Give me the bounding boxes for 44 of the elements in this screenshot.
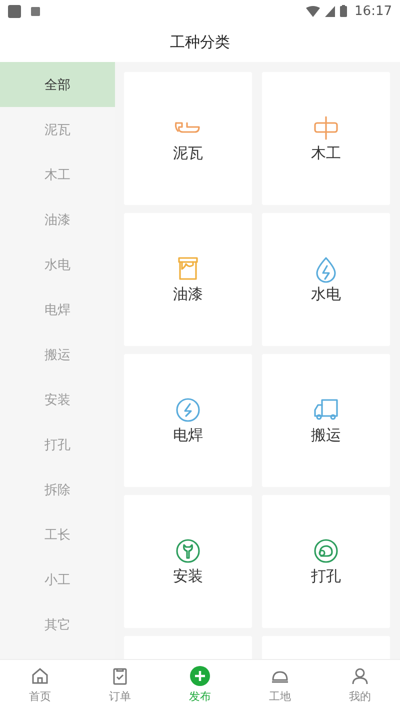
trade-card[interactable]: 水电 bbox=[262, 213, 390, 346]
nav-tab[interactable]: 订单 bbox=[80, 660, 160, 709]
trade-card[interactable]: 电焊 bbox=[124, 354, 252, 487]
category-tab[interactable]: 小工 bbox=[0, 557, 115, 602]
trade-label: 水电 bbox=[311, 285, 341, 304]
category-tab[interactable]: 木工 bbox=[0, 152, 115, 197]
trade-label: 安装 bbox=[173, 567, 203, 586]
page-title: 工种分类 bbox=[170, 32, 230, 52]
notification-icon bbox=[31, 6, 40, 16]
trade-label: 油漆 bbox=[173, 285, 203, 304]
trade-card[interactable]: 搬运 bbox=[262, 354, 390, 487]
category-tab[interactable]: 其它 bbox=[0, 602, 115, 647]
battery-icon bbox=[340, 5, 347, 17]
category-tab[interactable]: 拆除 bbox=[0, 467, 115, 512]
trade-label: 泥瓦 bbox=[173, 144, 203, 163]
category-tab[interactable]: 全部 bbox=[0, 62, 115, 107]
category-tab[interactable]: 打孔 bbox=[0, 422, 115, 467]
clock-time: 16:17 bbox=[354, 4, 392, 18]
notification-icon bbox=[8, 4, 21, 18]
trade-label: 木工 bbox=[311, 144, 341, 163]
category-tab[interactable]: 电焊 bbox=[0, 287, 115, 332]
nav-tab[interactable]: 我的 bbox=[320, 660, 400, 709]
nav-tab[interactable]: 首页 bbox=[0, 660, 80, 709]
trade-card[interactable]: 油漆 bbox=[124, 213, 252, 346]
category-tab[interactable]: 油漆 bbox=[0, 197, 115, 242]
trade-card[interactable]: 泥瓦 bbox=[124, 72, 252, 205]
plus-icon bbox=[190, 666, 210, 686]
trade-card[interactable]: 打孔 bbox=[262, 495, 390, 628]
signal-icon bbox=[324, 6, 335, 16]
wifi-icon bbox=[306, 6, 320, 16]
person-icon bbox=[350, 666, 370, 686]
home-icon bbox=[30, 666, 50, 686]
category-tab[interactable]: 搬运 bbox=[0, 332, 115, 377]
category-tab[interactable]: 泥瓦 bbox=[0, 107, 115, 152]
trade-label: 搬运 bbox=[311, 426, 341, 445]
nav-tab[interactable]: 发布 bbox=[160, 660, 240, 709]
category-tab[interactable]: 水电 bbox=[0, 242, 115, 287]
trade-card[interactable]: 安装 bbox=[124, 495, 252, 628]
trade-label: 电焊 bbox=[173, 426, 203, 445]
category-tab[interactable]: 工长 bbox=[0, 512, 115, 557]
category-tab[interactable]: 安装 bbox=[0, 377, 115, 422]
trade-card[interactable]: 木工 bbox=[262, 72, 390, 205]
trade-label: 打孔 bbox=[311, 567, 341, 586]
nav-tab[interactable]: 工地 bbox=[240, 660, 320, 709]
